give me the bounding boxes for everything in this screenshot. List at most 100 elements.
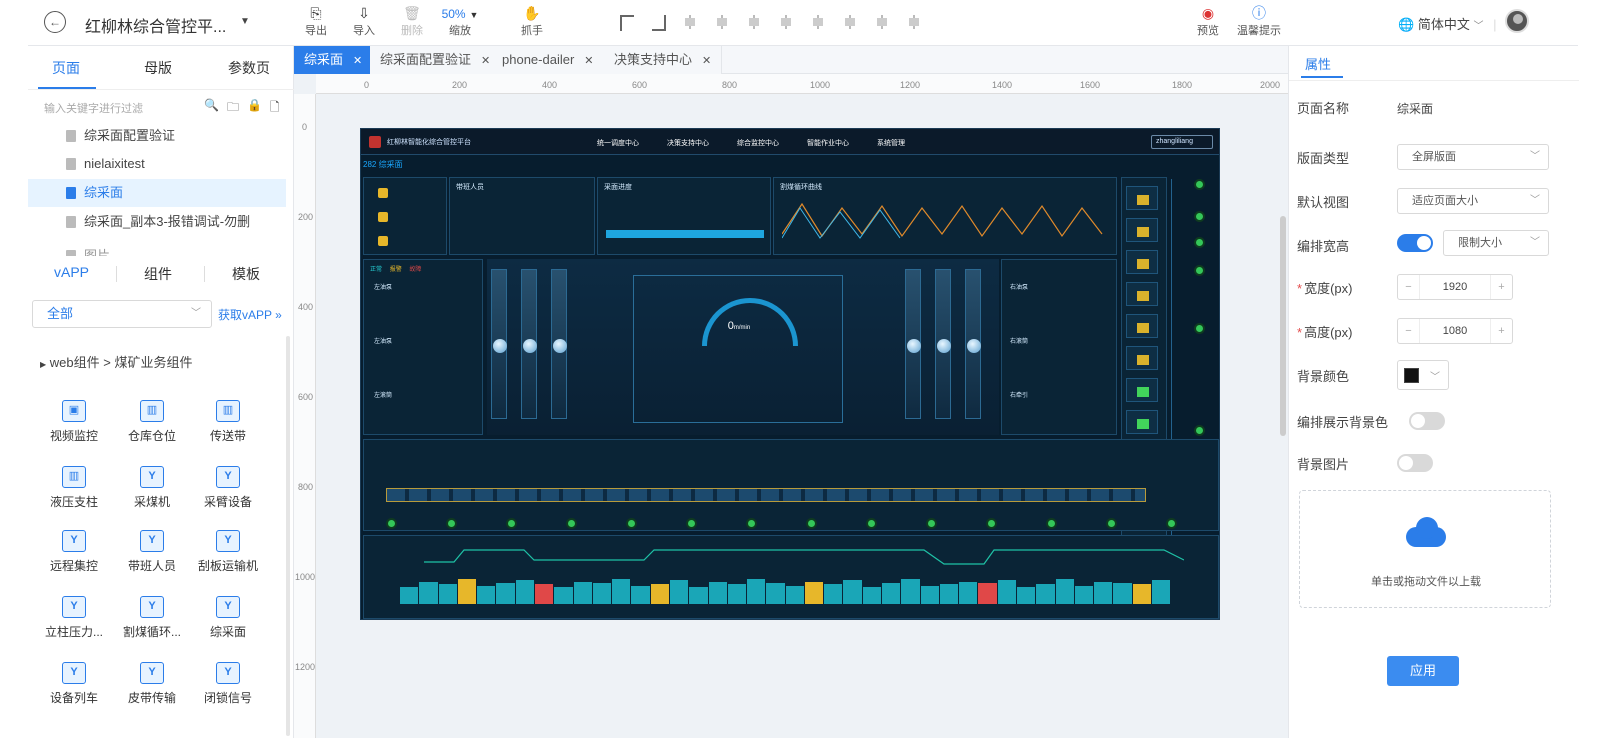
bg-image-toggle[interactable] — [1397, 454, 1433, 472]
component-item[interactable]: ▥ 传送带 — [188, 400, 268, 444]
show-bg-toggle[interactable] — [1409, 412, 1445, 430]
tab-components[interactable]: 组件 — [144, 264, 172, 284]
layout-type-select[interactable]: 全屏版面 ﹀ — [1397, 144, 1549, 170]
avatar[interactable] — [1505, 9, 1529, 33]
import-button[interactable]: ⇩ 导入 — [342, 4, 386, 38]
component-item[interactable]: Y 采臂设备 — [188, 466, 268, 510]
tab-pages[interactable]: 页面 — [52, 58, 80, 78]
doc-tab[interactable]: phone-dailer ✕ — [492, 46, 605, 74]
equipment-item[interactable] — [1126, 410, 1158, 434]
lock-icon[interactable]: 🔒 — [247, 98, 262, 119]
dashboard-nav-item[interactable]: 智能作业中心 — [807, 138, 849, 148]
tab-properties[interactable]: 属性 — [1305, 54, 1331, 73]
align-top-left-icon[interactable] — [616, 12, 636, 32]
app-title[interactable]: 红柳林综合管控平... — [85, 13, 226, 37]
align-bottom-right-icon[interactable] — [648, 12, 668, 32]
equipment-item[interactable] — [1126, 314, 1158, 338]
dashboard-nav-item[interactable]: 统一调度中心 — [597, 138, 639, 148]
page-search-input[interactable]: 输入关键字进行过滤 — [44, 100, 143, 116]
upload-dropzone[interactable]: 单击或拖动文件以上载 — [1299, 490, 1551, 608]
layout-size-toggle[interactable] — [1397, 234, 1433, 252]
language-selector[interactable]: 🌐 简体中文 ﹀ | — [1398, 14, 1496, 33]
width-value[interactable]: 1920 — [1420, 275, 1490, 299]
align-left-icon[interactable] — [680, 12, 700, 32]
align-center-icon[interactable] — [712, 12, 732, 32]
equipment-item[interactable] — [1126, 218, 1158, 242]
component-item[interactable]: Y 远程集控 — [34, 530, 114, 574]
plus-icon[interactable]: + — [1490, 319, 1512, 343]
tab-templates[interactable]: 模板 — [232, 264, 260, 284]
component-item[interactable]: ▥ 液压支柱 — [34, 466, 114, 510]
equipment-item[interactable] — [1126, 282, 1158, 306]
default-view-select[interactable]: 适应页面大小 ﹀ — [1397, 188, 1549, 214]
width-stepper[interactable]: − 1920 + — [1397, 274, 1513, 300]
page-item[interactable]: nielaixitest — [28, 150, 286, 178]
close-icon[interactable]: ✕ — [481, 55, 490, 67]
page-item[interactable]: 图片 — [28, 242, 286, 256]
page-add-icon[interactable]: 🗋 — [270, 98, 280, 119]
page-item-selected[interactable]: 综采面 — [28, 179, 286, 207]
delete-button[interactable]: 🗑 删除 — [390, 4, 434, 38]
minus-icon[interactable]: − — [1398, 275, 1420, 299]
close-icon[interactable]: ✕ — [702, 55, 711, 67]
doc-tab[interactable]: 决策支持中心 ✕ — [604, 46, 723, 74]
page-item[interactable]: 综采面配置验证 — [28, 122, 286, 150]
export-button[interactable]: ⎘ 导出 — [294, 4, 338, 38]
align-top-edge-icon[interactable] — [872, 12, 892, 32]
component-item[interactable]: Y 设备列车 — [34, 662, 114, 706]
scrollbar[interactable] — [1280, 216, 1286, 436]
bg-color-picker[interactable]: ﹀ — [1397, 360, 1449, 390]
get-vapp-link[interactable]: 获取vAPP » — [218, 306, 282, 323]
plus-icon[interactable]: + — [1490, 275, 1512, 299]
category-select[interactable]: 全部 ﹀ — [32, 300, 212, 328]
folder-add-icon[interactable]: 🗀 — [227, 98, 239, 119]
align-bottom-edge-icon[interactable] — [904, 12, 924, 32]
search-icon[interactable]: 🔍 — [204, 98, 219, 119]
caret-down-icon[interactable]: ▼ — [240, 16, 250, 27]
component-item[interactable]: ▥ 仓库仓位 — [112, 400, 192, 444]
back-button[interactable]: ← — [44, 11, 66, 33]
dashboard-nav-item[interactable]: 系统管理 — [877, 138, 905, 148]
apply-button[interactable]: 应用 — [1387, 656, 1459, 686]
doc-tab[interactable]: 综采面 ✕ — [294, 46, 374, 74]
dashboard-nav-item[interactable]: 综合监控中心 — [737, 138, 779, 148]
dashboard-nav-item[interactable]: 决策支持中心 — [667, 138, 709, 148]
tips-button[interactable]: ⓘ 温馨提示 — [1232, 4, 1286, 38]
component-item[interactable]: Y 刮板运输机 — [188, 530, 268, 574]
component-item[interactable]: Y 闭锁信号 — [188, 662, 268, 706]
align-left-edge-icon[interactable] — [808, 12, 828, 32]
component-item[interactable]: Y 综采面 — [188, 596, 268, 640]
equipment-item[interactable] — [1126, 250, 1158, 274]
minus-icon[interactable]: − — [1398, 319, 1420, 343]
preview-button[interactable]: ◉ 预览 — [1186, 4, 1230, 38]
component-item[interactable]: Y 皮带传输 — [112, 662, 192, 706]
tab-vapp[interactable]: vAPP — [54, 264, 89, 280]
component-item[interactable]: ▣ 视频监控 — [34, 400, 114, 444]
ruler-label: 200 — [452, 80, 468, 90]
equipment-item[interactable] — [1126, 186, 1158, 210]
doc-tab[interactable]: 综采面配置验证 ✕ — [370, 46, 502, 74]
component-item[interactable]: Y 采煤机 — [112, 466, 192, 510]
height-stepper[interactable]: − 1080 + — [1397, 318, 1513, 344]
close-icon[interactable]: ✕ — [584, 55, 593, 67]
height-value[interactable]: 1080 — [1420, 319, 1490, 343]
align-vcenter-icon[interactable] — [776, 12, 796, 32]
dashboard-preview[interactable]: 红柳林智能化综合管控平台 统一调度中心 决策支持中心 综合监控中心 智能作业中心… — [360, 128, 1220, 620]
page-item[interactable]: 综采面_副本3-报错调试-勿删 — [28, 208, 286, 236]
tab-masters[interactable]: 母版 — [144, 58, 172, 78]
tab-params[interactable]: 参数页 — [228, 58, 270, 78]
globe-icon: 🌐 — [1398, 17, 1415, 32]
close-icon[interactable]: ✕ — [353, 55, 362, 67]
component-item[interactable]: Y 割煤循环... — [112, 596, 192, 640]
breadcrumb[interactable]: ▶ web组件 > 煤矿业务组件 — [40, 352, 192, 371]
align-right-edge-icon[interactable] — [840, 12, 860, 32]
scrollbar[interactable] — [286, 336, 290, 736]
equipment-item[interactable] — [1126, 346, 1158, 370]
hand-tool-button[interactable]: ✋ 抓手 — [510, 4, 554, 38]
zoom-control[interactable]: 50% ▼ 缩放 — [438, 4, 482, 38]
component-item[interactable]: Y 立柱压力... — [34, 596, 114, 640]
equipment-item[interactable] — [1126, 378, 1158, 402]
component-item[interactable]: Y 带班人员 — [112, 530, 192, 574]
layout-size-mode-select[interactable]: 限制大小 ﹀ — [1443, 230, 1549, 256]
align-middle-icon[interactable] — [744, 12, 764, 32]
